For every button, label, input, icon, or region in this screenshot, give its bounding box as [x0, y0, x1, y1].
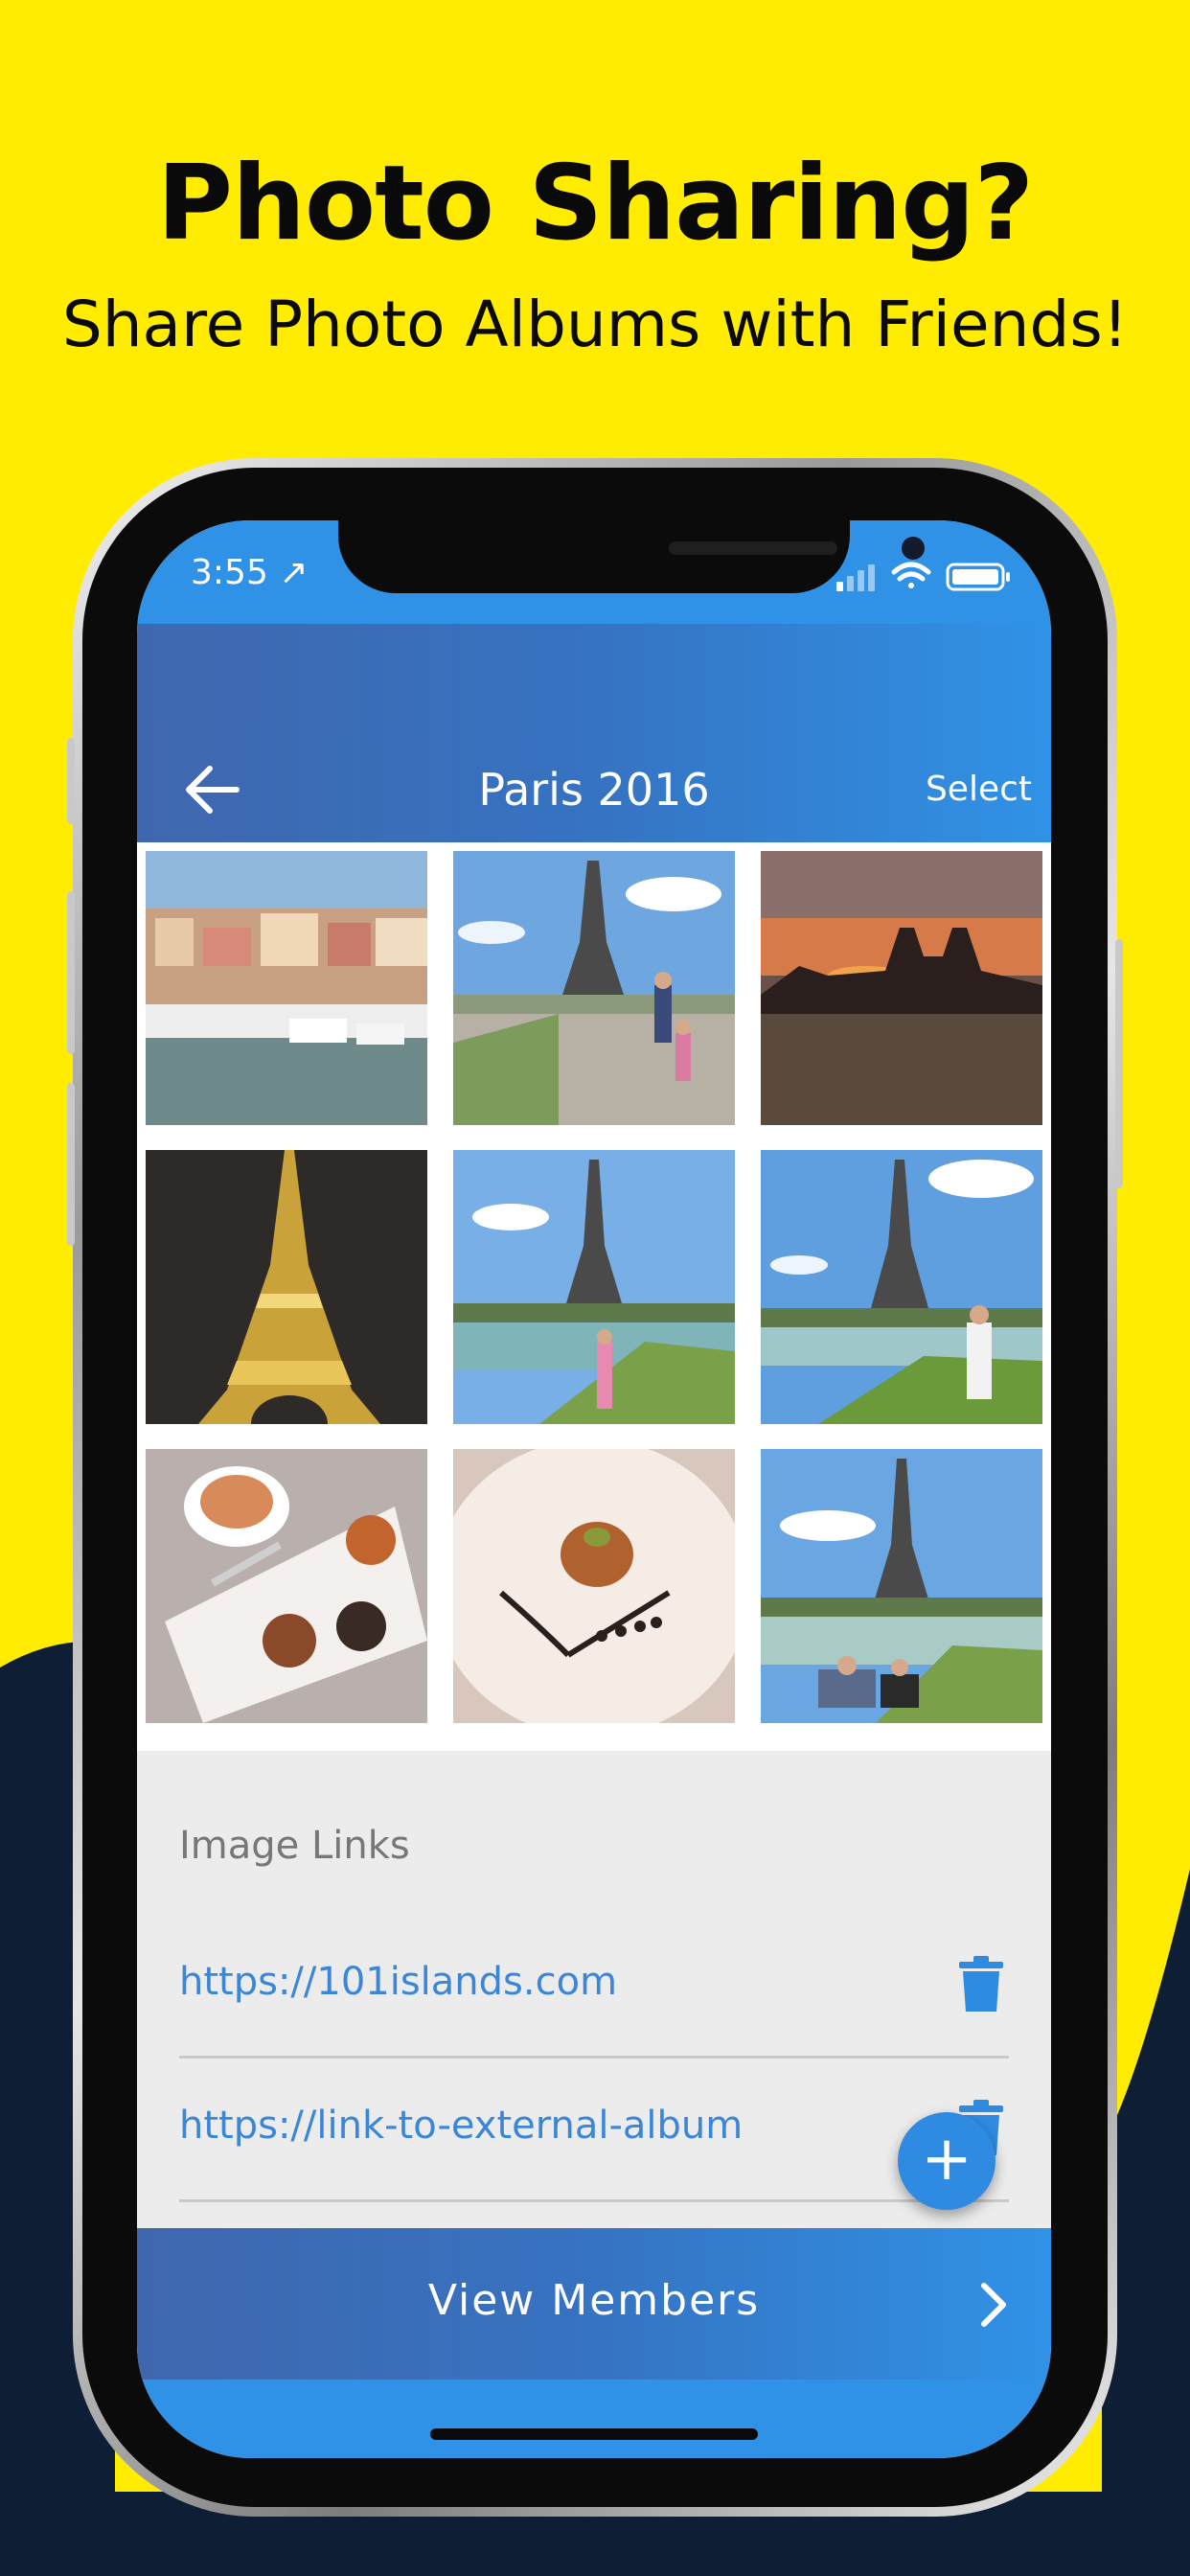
- photo-grid: [137, 842, 1051, 1751]
- bottom-safe-area: [137, 2380, 1051, 2458]
- eiffel-man-photo: [761, 1150, 1042, 1424]
- phone-power-button: [1115, 939, 1123, 1188]
- photo-thumbnail[interactable]: [146, 1150, 427, 1424]
- app-header: Paris 2016 Select: [137, 624, 1051, 842]
- battery-icon: [946, 563, 1010, 591]
- trash-icon[interactable]: [957, 1956, 1005, 2013]
- eiffel-night-photo: [146, 1150, 427, 1424]
- image-links-label: Image Links: [179, 1824, 410, 1868]
- status-icons: [836, 562, 1010, 591]
- phone-screen: 3:55 ↗ Paris 2016 Select Image Links htt…: [137, 520, 1051, 2458]
- phone-notch: [338, 520, 925, 593]
- image-link[interactable]: https://101islands.com: [179, 1960, 617, 2004]
- photo-thumbnail[interactable]: [453, 1449, 735, 1723]
- add-link-button[interactable]: +: [898, 2112, 995, 2210]
- status-time: 3:55 ↗: [191, 553, 309, 592]
- phone-volume-down: [67, 1083, 75, 1246]
- photo-thumbnail[interactable]: [761, 851, 1042, 1125]
- eiffel-couple-photo: [761, 1449, 1042, 1723]
- photo-thumbnail[interactable]: [453, 1150, 735, 1424]
- photo-thumbnail[interactable]: [761, 1449, 1042, 1723]
- promo-headline: Photo Sharing?: [156, 144, 1034, 264]
- phone-silent-switch: [67, 738, 75, 824]
- tea-pastries-photo: [146, 1449, 427, 1723]
- photo-thumbnail[interactable]: [761, 1150, 1042, 1424]
- promo-subheadline: Share Photo Albums with Friends!: [61, 288, 1129, 361]
- photo-thumbnail[interactable]: [146, 1449, 427, 1723]
- photo-thumbnail[interactable]: [453, 851, 735, 1125]
- image-link[interactable]: https://link-to-external-album: [179, 2104, 743, 2148]
- link-row: https://link-to-external-album: [179, 2065, 1009, 2202]
- wifi-icon: [891, 562, 931, 588]
- eiffel-child-photo: [453, 1150, 735, 1424]
- sunset-photo: [761, 851, 1042, 1125]
- eiffel-photo: [453, 851, 735, 1125]
- front-camera: [902, 537, 925, 560]
- phone-volume-up: [67, 891, 75, 1054]
- select-button[interactable]: Select: [926, 766, 1032, 814]
- view-members-button[interactable]: View Members: [137, 2228, 1051, 2380]
- chevron-right-icon: [981, 2283, 1006, 2327]
- link-row: https://101islands.com: [179, 1921, 1009, 2058]
- album-title: Paris 2016: [478, 764, 710, 816]
- speaker-grille: [669, 541, 837, 555]
- view-members-label: View Members: [427, 2276, 761, 2325]
- harbor-photo: [146, 851, 427, 1125]
- cellular-signal-icon: [836, 564, 875, 591]
- dessert-photo: [453, 1449, 735, 1723]
- home-indicator[interactable]: [430, 2428, 758, 2440]
- photo-thumbnail[interactable]: [146, 851, 427, 1125]
